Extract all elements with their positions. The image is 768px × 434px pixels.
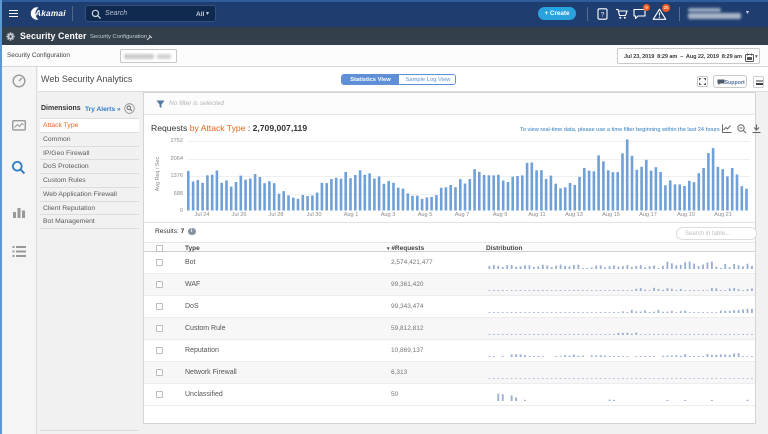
svg-text:?: ? [601, 12, 605, 19]
